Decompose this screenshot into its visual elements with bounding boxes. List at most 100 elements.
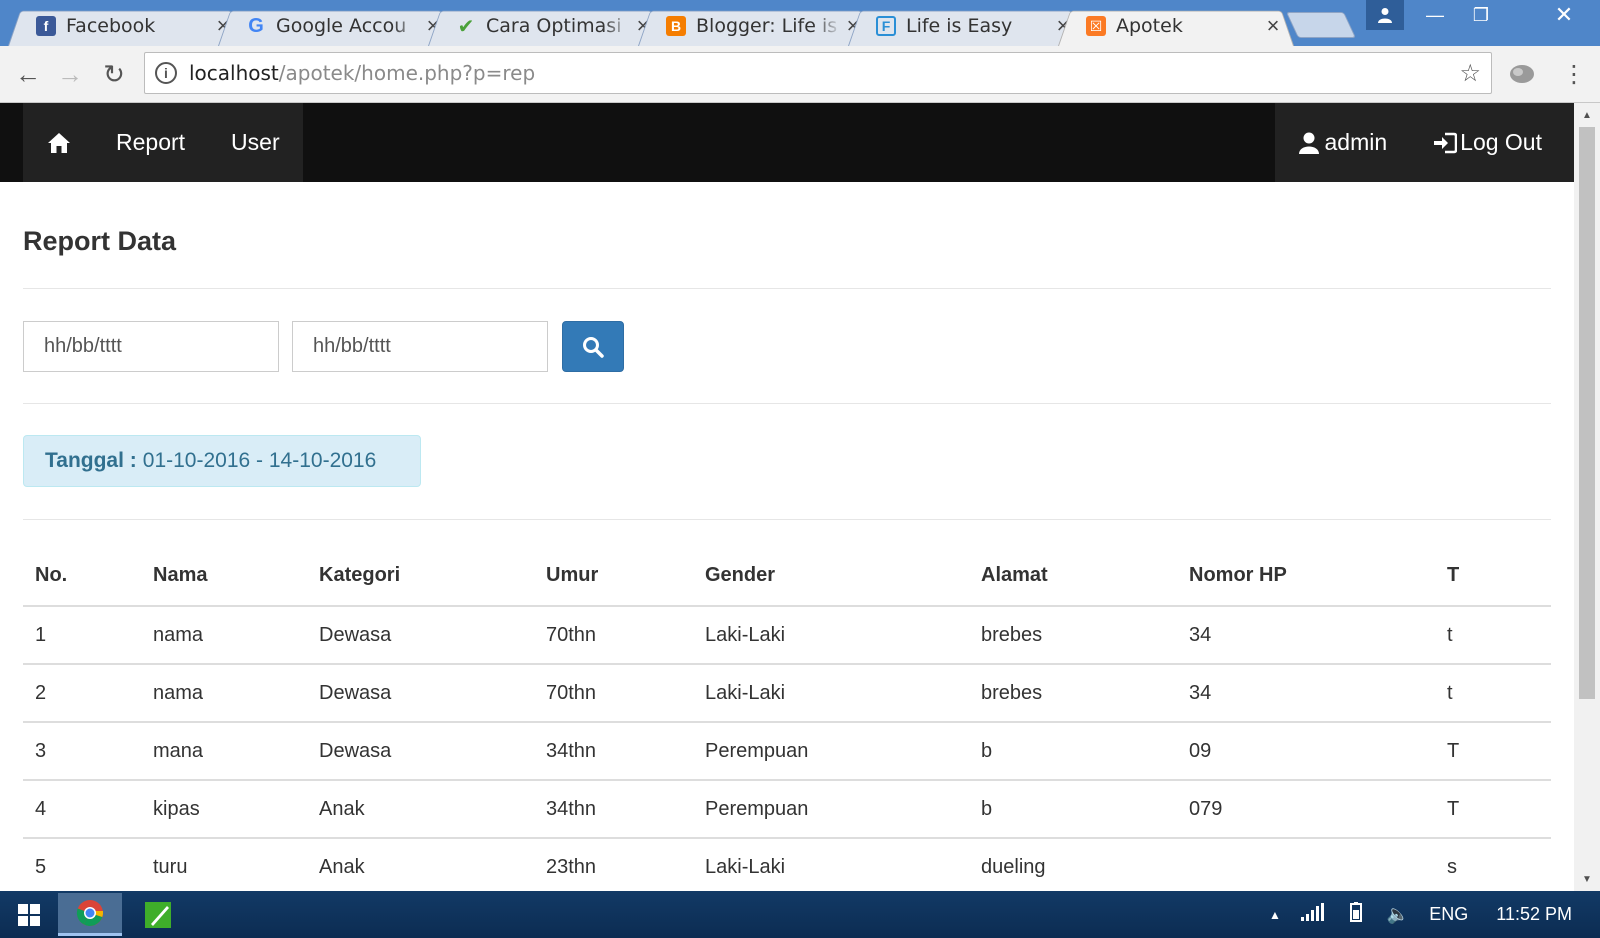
language-indicator[interactable]: ENG xyxy=(1429,904,1468,925)
browser-tab-google[interactable]: G Google Accou × xyxy=(218,6,454,47)
reload-button[interactable]: ↻ xyxy=(96,56,132,92)
browser-tab-life-is-easy[interactable]: F Life is Easy × xyxy=(848,6,1084,47)
reload-icon: ↻ xyxy=(103,58,125,89)
google-icon: G xyxy=(248,14,264,37)
restore-icon: ❐ xyxy=(1472,4,1490,25)
table-cell: turu xyxy=(141,838,307,891)
nav-report-link[interactable]: Report xyxy=(93,103,208,182)
extension-button[interactable] xyxy=(1504,56,1540,92)
arrow-left-icon: ← xyxy=(15,58,41,89)
column-header: Umur xyxy=(534,545,693,607)
table-cell: Dewasa xyxy=(307,664,534,723)
nav-logout-link[interactable]: Log Out xyxy=(1410,103,1574,182)
table-cell: 34 xyxy=(1177,606,1435,665)
xampp-icon: ☒ xyxy=(1086,16,1106,36)
minimize-button[interactable]: — xyxy=(1412,0,1458,30)
table-cell: 34 xyxy=(1177,664,1435,723)
date-from-input[interactable]: hh/bb/tttt xyxy=(23,321,279,372)
table-cell: dueling xyxy=(969,838,1177,891)
close-tab-icon[interactable]: × xyxy=(1262,13,1284,38)
extension-icon xyxy=(1510,65,1534,83)
column-header: Alamat xyxy=(969,545,1177,607)
page-viewport: Report User admin Log Out Report Data hh… xyxy=(0,103,1574,891)
table-row: 3 mana Dewasa 34thn Perempuan b 09 T xyxy=(23,722,1551,781)
table-cell: 70thn xyxy=(534,606,693,665)
notepad-icon xyxy=(145,901,171,928)
table-cell: 5 xyxy=(23,838,141,891)
start-button[interactable] xyxy=(0,891,58,938)
search-icon xyxy=(583,336,604,358)
table-cell: Dewasa xyxy=(307,722,534,781)
checkmark-icon: ✔ xyxy=(457,15,475,38)
alert-label: Tanggal : xyxy=(45,449,137,472)
restore-button[interactable]: ❐ xyxy=(1458,0,1504,30)
close-icon: ✕ xyxy=(1554,2,1574,27)
table-cell: 2 xyxy=(23,664,141,723)
table-cell: Perempuan xyxy=(693,780,969,839)
volume-icon[interactable]: 🔈 xyxy=(1387,904,1409,925)
page-scrollbar[interactable]: ▲ ▼ xyxy=(1574,103,1600,891)
browser-tab-facebook[interactable]: f Facebook × xyxy=(8,6,244,47)
url-host: localhost xyxy=(189,61,279,85)
table-cell: Laki-Laki xyxy=(693,606,969,665)
info-icon[interactable]: i xyxy=(155,62,177,84)
table-cell: 70thn xyxy=(534,664,693,723)
arrow-right-icon: → xyxy=(57,58,83,89)
browser-tab-cara-optimasi[interactable]: ✔ Cara Optimasi × xyxy=(428,6,664,47)
scroll-down-icon[interactable]: ▼ xyxy=(1574,869,1600,889)
address-bar[interactable]: i localhost/apotek/home.php?p=rep ☆ xyxy=(144,52,1492,94)
battery-icon[interactable] xyxy=(1345,902,1367,927)
browser-tab-apotek[interactable]: ☒ Apotek × xyxy=(1058,6,1294,47)
nav-home-link[interactable] xyxy=(23,103,93,182)
table-cell: 3 xyxy=(23,722,141,781)
tab-title: Cara Optimasi xyxy=(486,15,622,37)
network-signal-icon[interactable] xyxy=(1300,903,1325,926)
table-cell: 09 xyxy=(1177,722,1435,781)
facebook-icon: f xyxy=(36,16,56,36)
date-range-alert: Tanggal : 01-10-2016 - 14-10-2016 xyxy=(23,435,421,487)
admin-label: admin xyxy=(1324,129,1388,155)
chrome-icon xyxy=(76,900,104,927)
forward-button[interactable]: → xyxy=(52,56,88,92)
browser-toolbar: ← → ↻ i localhost/apotek/home.php?p=rep … xyxy=(0,46,1600,103)
table-cell: nama xyxy=(141,606,307,665)
alert-value: 01-10-2016 - 14-10-2016 xyxy=(142,449,377,472)
nav-admin-link[interactable]: admin xyxy=(1275,103,1411,182)
table-cell xyxy=(1177,838,1435,891)
app-navbar: Report User admin Log Out xyxy=(0,103,1574,182)
browser-tab-blogger[interactable]: B Blogger: Life is × xyxy=(638,6,874,47)
bookmark-star-icon[interactable]: ☆ xyxy=(1459,59,1481,88)
tab-title: Facebook xyxy=(66,15,156,37)
browser-menu-button[interactable]: ⋮ xyxy=(1556,56,1592,92)
table-cell: kipas xyxy=(141,780,307,839)
new-tab-button[interactable] xyxy=(1285,12,1357,38)
table-header-row: No. Nama Kategori Umur Gender Alamat Nom… xyxy=(23,545,1551,607)
taskbar-notepad[interactable] xyxy=(126,893,190,936)
table-cell: 34thn xyxy=(534,722,693,781)
table-cell: brebes xyxy=(969,664,1177,723)
column-header: Kategori xyxy=(307,545,534,607)
table-cell: Perempuan xyxy=(693,722,969,781)
scrollbar-thumb[interactable] xyxy=(1579,127,1595,699)
table-cell: 079 xyxy=(1177,780,1435,839)
windows-logo-icon xyxy=(18,903,40,926)
table-cell: t xyxy=(1435,664,1551,723)
chevron-up-icon[interactable]: ▲ xyxy=(1269,908,1281,922)
scroll-up-icon[interactable]: ▲ xyxy=(1574,105,1600,125)
url-text[interactable]: localhost/apotek/home.php?p=rep xyxy=(189,61,1459,85)
clock[interactable]: 11:52 PM xyxy=(1496,904,1572,925)
back-button[interactable]: ← xyxy=(10,56,46,92)
tab-title: Google Accou xyxy=(276,15,407,37)
date-to-input[interactable]: hh/bb/tttt xyxy=(292,321,548,372)
search-button[interactable] xyxy=(562,321,624,372)
taskbar-chrome[interactable] xyxy=(58,893,122,936)
close-window-button[interactable]: ✕ xyxy=(1536,0,1592,30)
profile-button[interactable] xyxy=(1366,0,1404,30)
divider xyxy=(23,403,1551,404)
tab-title: Life is Easy xyxy=(906,15,1013,37)
log-in-icon xyxy=(1434,132,1458,153)
table-cell: 23thn xyxy=(534,838,693,891)
table-cell: 34thn xyxy=(534,780,693,839)
tab-title: Blogger: Life is xyxy=(696,15,838,37)
nav-user-link[interactable]: User xyxy=(208,103,303,182)
